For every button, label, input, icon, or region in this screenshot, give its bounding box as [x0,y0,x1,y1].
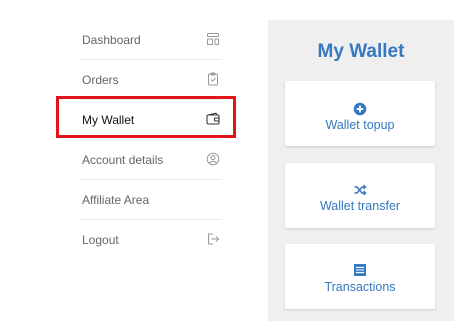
page-title: My Wallet [317,41,405,62]
nav-item-orders[interactable]: Orders [80,60,222,100]
nav-item-dashboard[interactable]: Dashboard [80,20,222,60]
account-navigation: Dashboard Orders My Wallet Account detai… [80,20,222,260]
dashboard-icon [206,32,220,46]
user-circle-icon [206,152,220,166]
logout-icon [206,232,220,246]
wallet-transfer-label: Wallet transfer [319,199,401,213]
plus-circle-icon [353,102,367,116]
transactions-label: Transactions [324,280,396,294]
wallet-topup-button[interactable]: Wallet topup [285,81,435,146]
shuffle-icon [353,183,367,197]
wallet-transfer-button[interactable]: Wallet transfer [285,163,435,228]
nav-item-affiliate-area[interactable]: Affiliate Area [80,180,222,220]
nav-item-label: Orders [82,73,119,87]
wallet-topup-label: Wallet topup [325,118,395,132]
nav-item-label: Logout [82,233,119,247]
nav-item-logout[interactable]: Logout [80,220,222,260]
clipboard-icon [206,72,220,86]
list-icon [353,263,367,277]
wallet-panel: My Wallet Wallet topup Wallet transfer T… [268,20,454,321]
transactions-button[interactable]: Transactions [285,244,435,309]
nav-item-label: Account details [82,153,164,167]
nav-item-label: Affiliate Area [82,193,150,207]
active-item-highlight [56,96,236,138]
nav-item-label: Dashboard [82,33,141,47]
nav-item-account-details[interactable]: Account details [80,140,222,180]
